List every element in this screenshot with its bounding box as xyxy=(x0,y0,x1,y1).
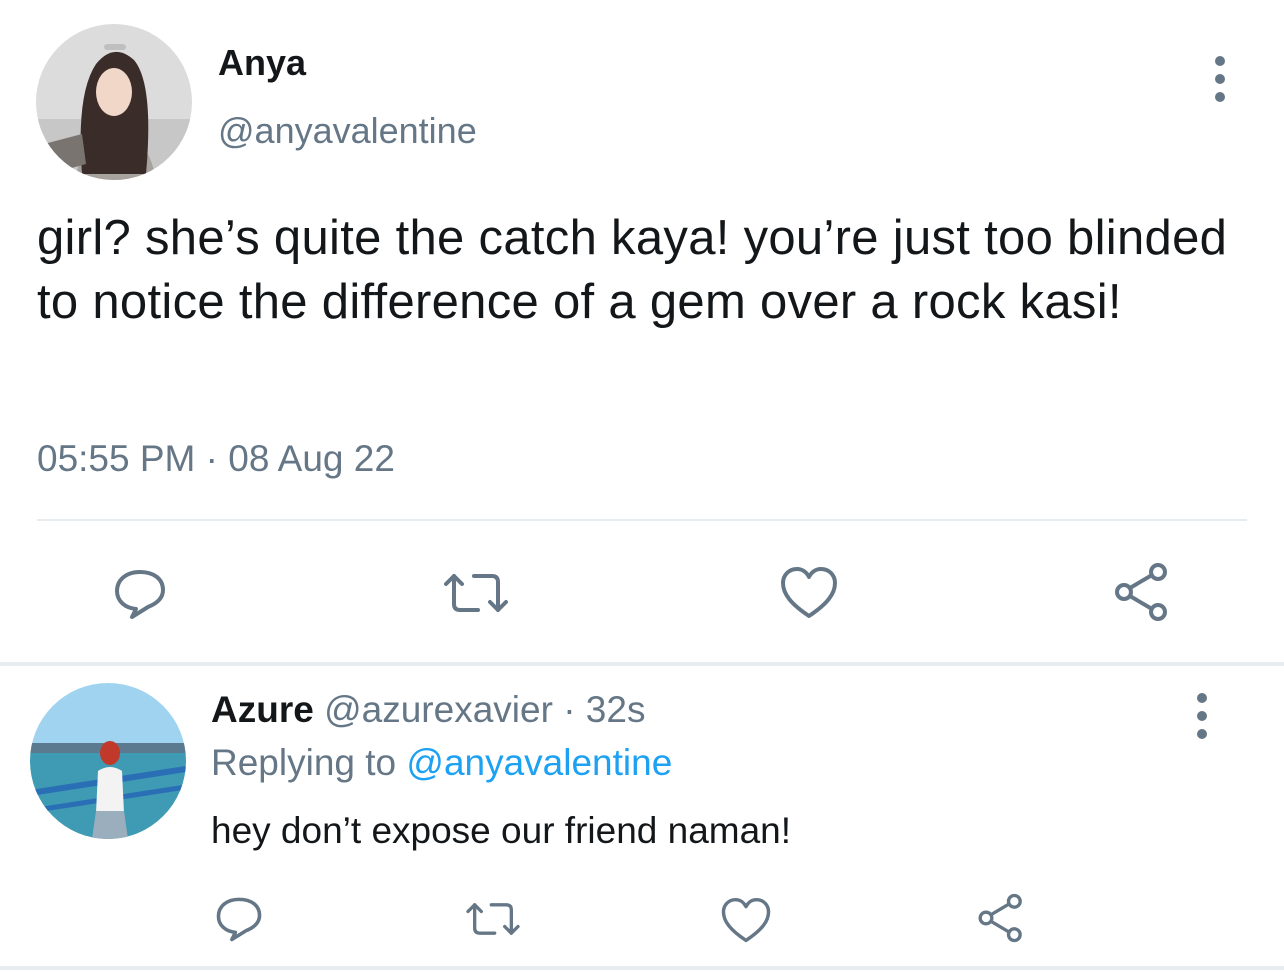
reply-icon[interactable] xyxy=(213,894,265,944)
section-separator xyxy=(0,662,1284,666)
reply-text: hey don’t expose our friend naman! xyxy=(211,810,792,851)
share-icon[interactable] xyxy=(1112,562,1172,622)
reply-time[interactable]: 32s xyxy=(586,689,646,730)
more-options-icon[interactable] xyxy=(1215,56,1225,102)
reply-header: Azure @azurexavier · 32s xyxy=(211,689,645,731)
retweet-icon[interactable] xyxy=(440,568,512,618)
tweet-text: girl? she’s quite the catch kaya! you’re… xyxy=(37,211,1228,329)
divider xyxy=(37,519,1247,521)
anya-avatar[interactable] xyxy=(36,24,192,180)
user-handle[interactable]: @anyavalentine xyxy=(218,110,477,152)
reply-separator: · xyxy=(563,689,576,730)
like-icon[interactable] xyxy=(778,566,840,620)
reply-display-name[interactable]: Azure xyxy=(211,689,314,730)
replying-to-handle[interactable]: @anyavalentine xyxy=(406,742,672,783)
replying-to-label: Replying to xyxy=(211,742,397,783)
display-name[interactable]: Anya xyxy=(218,42,306,84)
like-icon[interactable] xyxy=(720,896,772,944)
share-icon[interactable] xyxy=(975,892,1027,944)
more-options-icon[interactable] xyxy=(1197,693,1207,739)
main-tweet: Anya @anyavalentine girl? she’s quite th… xyxy=(0,0,1284,665)
bottom-separator xyxy=(0,966,1284,970)
reply-handle[interactable]: @azurexavier xyxy=(324,689,553,730)
retweet-icon[interactable] xyxy=(463,897,523,941)
reply-icon[interactable] xyxy=(110,566,170,622)
tweet-timestamp[interactable]: 05:55 PM · 08 Aug 22 xyxy=(37,438,395,480)
replying-to: Replying to @anyavalentine xyxy=(211,742,672,784)
azure-avatar[interactable] xyxy=(30,683,186,839)
